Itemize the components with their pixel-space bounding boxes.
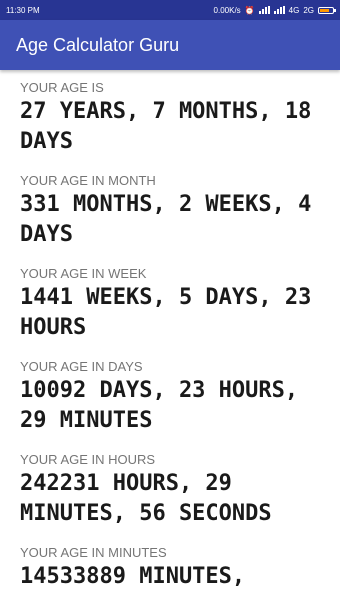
signal-icon-2 — [273, 6, 285, 14]
status-bar: 11:30 PM 0.00K/s ⏰ 4G 2G — [0, 0, 340, 20]
age-label: YOUR AGE IN MONTH — [20, 173, 156, 188]
age-value: 27 YEARS, 7 MONTHS, 18 DAYS — [20, 99, 312, 154]
age-section-hours: YOUR AGE IN HOURS 242231 HOURS, 29 MINUT… — [20, 452, 320, 529]
age-value: 10092 DAYS, 23 HOURS, 29 MINUTES — [20, 378, 299, 433]
age-section-weeks: YOUR AGE IN WEEK 1441 WEEKS, 5 DAYS, 23 … — [20, 266, 320, 343]
age-label: YOUR AGE IS — [20, 80, 104, 95]
age-value: 14533889 MINUTES, — [20, 564, 246, 589]
battery-icon — [318, 6, 336, 14]
age-section-months: YOUR AGE IN MONTH 331 MONTHS, 2 WEEKS, 4… — [20, 173, 320, 250]
age-section-days: YOUR AGE IN DAYS 10092 DAYS, 23 HOURS, 2… — [20, 359, 320, 436]
app-bar: Age Calculator Guru — [0, 20, 340, 70]
sim-type: 2G — [303, 5, 314, 15]
app-title: Age Calculator Guru — [16, 34, 180, 55]
age-value: 331 MONTHS, 2 WEEKS, 4 DAYS — [20, 192, 312, 247]
age-label: YOUR AGE IN HOURS — [20, 452, 156, 467]
age-value: 242231 HOURS, 29 MINUTES, 56 SECONDS — [20, 471, 272, 526]
age-value: 1441 WEEKS, 5 DAYS, 23 HOURS — [20, 285, 312, 340]
age-section-total: YOUR AGE IS 27 YEARS, 7 MONTHS, 18 DAYS — [20, 80, 320, 157]
age-section-minutes: YOUR AGE IN MINUTES 14533889 MINUTES, — [20, 545, 320, 592]
alarm-icon: ⏰ — [244, 5, 255, 15]
status-time: 11:30 PM — [6, 5, 40, 15]
network-speed: 0.00K/s — [213, 5, 241, 15]
network-type: 4G — [288, 5, 300, 15]
status-icons: 0.00K/s ⏰ 4G 2G — [213, 5, 336, 15]
age-label: YOUR AGE IN WEEK — [20, 266, 147, 281]
age-results: YOUR AGE IS 27 YEARS, 7 MONTHS, 18 DAYS … — [0, 70, 340, 592]
age-label: YOUR AGE IN MINUTES — [20, 545, 167, 560]
signal-icon — [258, 6, 270, 14]
age-label: YOUR AGE IN DAYS — [20, 359, 143, 374]
